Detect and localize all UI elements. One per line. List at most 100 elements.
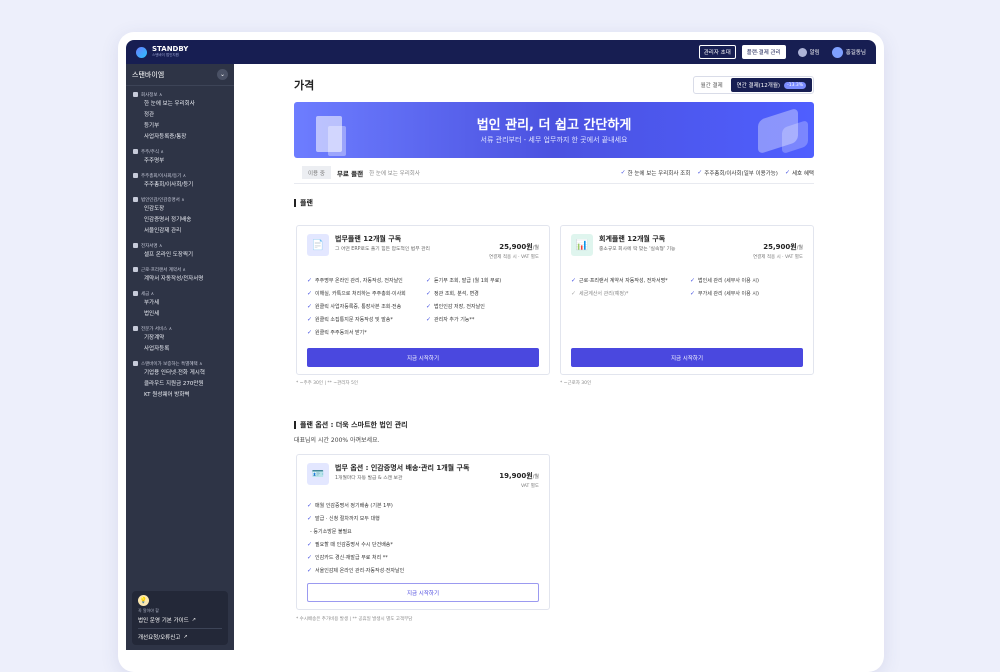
plan-text: 회계플랜 12개월 구독 중소규모 회사에 딱 맞는 '실속형' 기능 bbox=[599, 234, 675, 254]
sidebar-category[interactable]: 회사정보 ∧ bbox=[133, 90, 228, 99]
sidebar-item[interactable]: 부가세 bbox=[133, 298, 228, 309]
sidebar-item[interactable]: 클라우드 지원금 270만원 bbox=[133, 379, 228, 390]
feature-label: 듣기부 조회, 발급 (월 1회 무료) bbox=[434, 278, 502, 284]
sidebar-section: 근로·프리랜서 계약서 ∧ 계약서 자동작성/전자서명 bbox=[126, 261, 234, 285]
plan-price: 25,900원/월 연결제 적용 시 · VAT 별도 bbox=[753, 234, 803, 262]
category-icon bbox=[133, 149, 138, 154]
guide-link[interactable]: 법인 운영 기본 가이드 ↗ bbox=[138, 616, 222, 624]
sidebar-item[interactable]: KT 원성웨어 방화벽 bbox=[133, 390, 228, 401]
user-name: 홍길동님 bbox=[845, 50, 866, 56]
brand-name: STANDBY bbox=[152, 45, 189, 53]
yearly-billing-option[interactable]: 연간 결제(12개월) -13.3% bbox=[730, 78, 812, 92]
chevron-down-icon[interactable]: ⌄ bbox=[217, 69, 228, 80]
sidebar-item[interactable]: 인감도장 bbox=[133, 204, 228, 215]
free-feature-label: 세호 혜택 bbox=[792, 170, 814, 177]
sidebar-item[interactable]: 기장계약 bbox=[133, 333, 228, 344]
free-feature: ✓ 주주총회/이사회(일부 이용가능) bbox=[697, 169, 778, 177]
check-icon: ✓ bbox=[307, 329, 313, 336]
check-icon: ✓ bbox=[426, 316, 432, 323]
sidebar-item[interactable]: 계약서 자동작성/전자서명 bbox=[133, 274, 228, 285]
check-icon: ✓ bbox=[690, 277, 696, 284]
billing-period-toggle: 월간 결제 연간 결제(12개월) -13.3% bbox=[692, 76, 814, 94]
sidebar-category[interactable]: 전자서명 ∧ bbox=[133, 241, 228, 250]
sidebar-category[interactable]: 법인인감/인감증명서 ∧ bbox=[133, 195, 228, 204]
sidebar-item[interactable]: 정관 bbox=[133, 110, 228, 121]
sidebar-section: 전문가 서비스 ∧ 기장계약 사업자등록 bbox=[126, 320, 234, 355]
category-icon bbox=[133, 267, 138, 272]
invite-admin-button[interactable]: 관리자 초대 bbox=[698, 45, 736, 59]
sidebar-item[interactable]: 한 눈에 보는 우리회사 bbox=[133, 99, 228, 110]
feature-label: 원클릭 주주동의서 받기* bbox=[315, 330, 367, 336]
monthly-billing-option[interactable]: 월간 결제 bbox=[695, 78, 729, 92]
feature-label: 정관 조회, 분석, 변경 bbox=[434, 291, 479, 297]
sidebar-item[interactable]: 사업자등록증/통장 bbox=[133, 132, 228, 143]
feature-label: - 등기소방문 불필요 bbox=[310, 529, 352, 535]
vat-note: 연결제 적용 시 · VAT 별도 bbox=[489, 255, 539, 260]
sidebar-item[interactable]: 주주명부 bbox=[133, 156, 228, 167]
feature-item: ✓ 원클릭 소집통지문 자동작성 및 발송* bbox=[307, 313, 420, 326]
plan-description: 그 어떤 ERP로도 풀기 힘든 압도적인 법무 관리 bbox=[335, 247, 430, 252]
category-icon bbox=[133, 92, 138, 97]
plan-title: 법무플랜 12개월 구독 bbox=[335, 235, 402, 243]
report-link[interactable]: 개선요청/오류신고 ↗ bbox=[138, 633, 222, 641]
free-plan-desc: 한 눈에 보는 우리회사 bbox=[369, 170, 420, 177]
sidebar-item[interactable]: 법인세 bbox=[133, 309, 228, 320]
section-marker bbox=[294, 421, 296, 429]
billing-management-button[interactable]: 플랜·결제 관리 bbox=[741, 45, 786, 59]
sidebar-category[interactable]: 스탠바이가 보증하는 특별혜택 ∧ bbox=[133, 359, 228, 368]
plan-title: 법무 옵션 : 인감증명서 배송·관리 1개월 구독 bbox=[335, 464, 470, 472]
feature-item: ✓ 관리자 추가 기능** bbox=[426, 313, 539, 326]
accounting-plan-card: 📊 회계플랜 12개월 구독 중소규모 회사에 딱 맞는 '실속형' 기능 25,90… bbox=[560, 225, 814, 375]
sidebar-item[interactable]: 등기부 bbox=[133, 121, 228, 132]
price-unit: /월 bbox=[796, 245, 803, 251]
sidebar-section: 법인인감/인감증명서 ∧ 인감도장 인감증명서 정기배송 서울인감제 관리 bbox=[126, 191, 234, 237]
feature-item: ✓ 서울인감제 온라인 관리·자동작성·전자날인 bbox=[307, 564, 539, 577]
check-icon: ✓ bbox=[620, 169, 626, 176]
sidebar-item[interactable]: 사업자등록 bbox=[133, 344, 228, 355]
check-icon: ✓ bbox=[426, 303, 432, 310]
sidebar-item[interactable]: 인감증명서 정기배송 bbox=[133, 215, 228, 226]
user-menu[interactable]: 홍길동님 bbox=[831, 46, 866, 58]
legal-plan-footnote: * ~주주 30인 | ** ~관리자 5인 bbox=[296, 381, 358, 386]
vat-note: VAT 별도 bbox=[521, 484, 539, 489]
help-box: 💡 꼭 알아야 할 법인 운영 기본 가이드 ↗ 개선요청/오류신고 ↗ bbox=[132, 591, 228, 645]
sidebar-item[interactable]: 기업용 인터넷·전화 게시혁 bbox=[133, 368, 228, 379]
bell-icon bbox=[797, 47, 807, 57]
option-heading: 플랜 옵션 : 더욱 스마트한 법인 관리 bbox=[300, 421, 408, 429]
check-icon: ✓ bbox=[426, 290, 432, 297]
sidebar-category[interactable]: 근로·프리랜서 계약서 ∧ bbox=[133, 265, 228, 274]
sidebar-category[interactable]: 주주/주식 ∧ bbox=[133, 147, 228, 156]
sidebar-section: 주주총회/이사회/등기 ∧ 주주총회/이사회/등기 bbox=[126, 167, 234, 191]
feature-item: ✓ 정관 조회, 분석, 변경 bbox=[426, 287, 539, 300]
sidebar-item[interactable]: 주주총회/이사회/등기 bbox=[133, 180, 228, 191]
option-footnote: * 수시배송은 추가비용 발생 | ** 공휴일 발생시 별도 고객부담 bbox=[296, 617, 413, 622]
feature-label: 원클릭 소집통지문 자동작성 및 발송* bbox=[315, 317, 393, 323]
check-icon: ✓ bbox=[307, 554, 313, 561]
start-now-button[interactable]: 지금 시작하기 bbox=[571, 348, 803, 367]
feature-label: 법인인감 저장, 전자날인 bbox=[434, 304, 485, 310]
sidebar-category-label: 회사정보 ∧ bbox=[141, 92, 163, 98]
check-icon: ✓ bbox=[307, 515, 313, 522]
sidebar-item[interactable]: 셀프 온라인 도장찍기 bbox=[133, 250, 228, 261]
sidebar-section: 회사정보 ∧ 한 눈에 보는 우리회사 정관 등기부 사업자등록증/통장 bbox=[126, 86, 234, 143]
sidebar-category[interactable]: 주주총회/이사회/등기 ∧ bbox=[133, 171, 228, 180]
feature-item: ✓ 듣기부 조회, 발급 (월 1회 무료) bbox=[426, 274, 539, 287]
sidebar-item[interactable]: 서울인감제 관리 bbox=[133, 226, 228, 237]
feature-item: ✓ 이해실, 카톡으로 처리하는 주주총회·이사회 bbox=[307, 287, 420, 300]
help-caption: 꼭 알아야 할 bbox=[138, 608, 159, 613]
free-feature: ✓ 세호 혜택 bbox=[785, 169, 814, 177]
check-icon: ✓ bbox=[307, 316, 313, 323]
sidebar-category[interactable]: 세금 ∧ bbox=[133, 289, 228, 298]
feature-list: ✓ 매월 인감증명서 정기배송 (기본 1부) ✓ 발급 · 신청 절차까지 모두 대… bbox=[307, 499, 539, 577]
brand-logo[interactable]: STANDBY 스탠바이 법인지원 bbox=[136, 46, 188, 58]
start-now-button[interactable]: 지금 시작하기 bbox=[307, 348, 539, 367]
company-selector[interactable]: 스탠바이엠 ⌄ bbox=[126, 64, 234, 86]
sidebar-section: 세금 ∧ 부가세 법인세 bbox=[126, 285, 234, 320]
feature-label: 세금계산서 관리(예정)* bbox=[579, 291, 629, 297]
alarm-button[interactable]: 알림 bbox=[797, 47, 820, 57]
feature-label: 주주명부 온라인 관리, 자동작성, 전자날인 bbox=[315, 278, 403, 284]
feature-item: ✓ 발급 · 신청 절차까지 모두 대행 bbox=[307, 512, 539, 525]
sidebar-category[interactable]: 전문가 서비스 ∧ bbox=[133, 324, 228, 333]
sidebar: 스탠바이엠 ⌄ 회사정보 ∧ 한 눈에 보는 우리회사 정관 등기부 사업자등록증/통장… bbox=[126, 64, 234, 650]
start-now-button[interactable]: 지금 시작하기 bbox=[307, 583, 539, 602]
